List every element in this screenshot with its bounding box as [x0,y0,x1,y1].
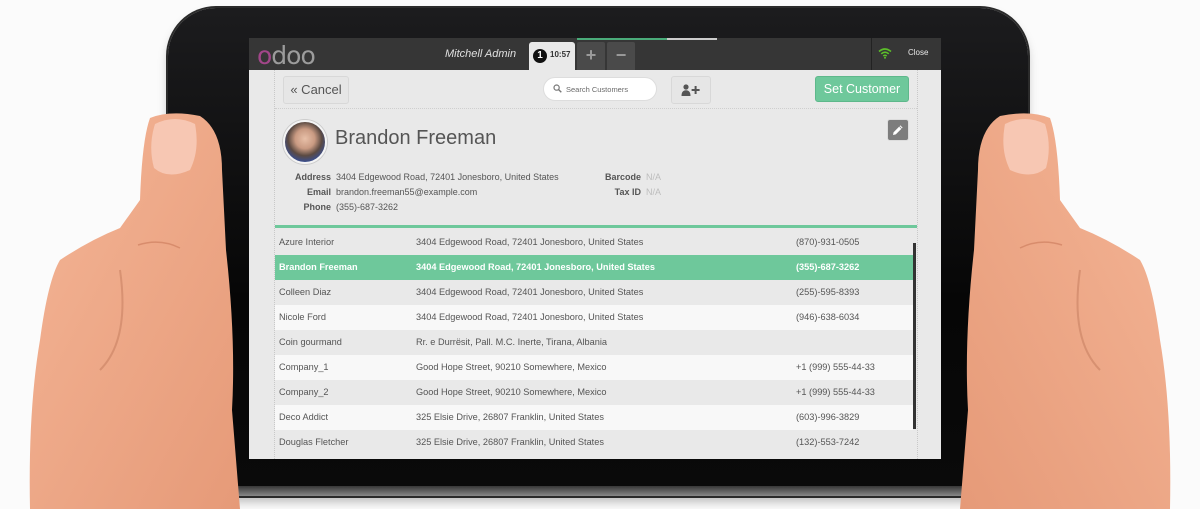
close-button[interactable]: Close [908,48,928,57]
email-field: Email brandon.freeman55@example.com [275,187,477,197]
customer-name: Brandon Freeman [335,127,497,149]
right-hand [960,113,1171,509]
customer-toolbar: « Cancel Set Customer [275,70,917,109]
customer-row[interactable]: Coin gourmand Rr. e Durrësit, Pall. M.C.… [275,330,913,355]
phone-field: Phone (355)-687-3262 [275,202,398,212]
customer-avatar [283,120,327,164]
customer-row-name: Coin gourmand [279,337,342,347]
customer-row[interactable]: Azure Interior 3404 Edgewood Road, 72401… [275,230,913,255]
field-value: brandon.freeman55@example.com [336,187,478,197]
field-label: Phone [303,202,331,212]
customer-row[interactable]: Company_2 Good Hope Street, 90210 Somewh… [275,380,913,405]
customer-row-phone: (132)-553-7242 [796,437,860,447]
barcode-field: Barcode N/A [599,172,661,182]
search-customers-input[interactable] [566,81,650,97]
search-icon [553,84,562,93]
wifi-icon [878,48,892,59]
customer-row-address: Good Hope Street, 90210 Somewhere, Mexic… [416,362,607,372]
customer-row-address: Good Hope Street, 90210 Somewhere, Mexic… [416,387,607,397]
customer-row-phone: +1 (999) 555-44-33 [796,362,875,372]
order-number-badge: 1 [533,49,547,63]
customer-row-address: 3404 Edgewood Road, 72401 Jonesboro, Uni… [416,237,644,247]
tablet-shadow [214,486,984,496]
address-field: Address 3404 Edgewood Road, 72401 Jonesbo… [275,172,559,182]
edit-customer-button[interactable] [887,119,909,141]
field-label: Tax ID [614,187,641,197]
customer-row-address: 3404 Edgewood Road, 72401 Jonesboro, Uni… [416,312,644,322]
cashier-name[interactable]: Mitchell Admin [445,48,516,60]
pos-screen: odoo Mitchell Admin 1 10:57 + − Close « … [249,38,941,459]
user-plus-icon [681,84,700,96]
order-time: 10:57 [550,50,571,59]
customer-screen: « Cancel Set Customer Brandon F [274,70,918,459]
list-scrollbar[interactable] [913,243,916,429]
customer-row-address: 325 Elsie Drive, 26807 Franklin, United … [416,412,604,422]
customer-row[interactable]: Deco Addict 325 Elsie Drive, 26807 Frank… [275,405,913,430]
customer-row[interactable]: Company_1 Good Hope Street, 90210 Somewh… [275,355,913,380]
order-tab[interactable]: 1 10:57 [529,42,575,70]
customer-row-phone: (870)-931-0505 [796,237,860,247]
list-separator [275,225,917,228]
field-label: Email [306,187,331,197]
topbar-divider [871,38,872,70]
customer-row-address: 3404 Edgewood Road, 72401 Jonesboro, Uni… [416,262,655,272]
customer-list: Azure Interior 3404 Edgewood Road, 72401… [275,230,917,459]
customer-row-phone: (355)-687-3262 [796,262,860,272]
customer-row[interactable]: Nicole Ford 3404 Edgewood Road, 72401 Jo… [275,305,913,330]
customer-row-name: Brandon Freeman [279,262,358,272]
add-customer-button[interactable] [671,76,711,104]
customer-details: Brandon Freeman Address 3404 Edgewood Roa… [275,109,917,225]
cancel-button[interactable]: « Cancel [283,76,349,104]
customer-row-address: Rr. e Durrësit, Pall. M.C. Inerte, Tiran… [416,337,607,347]
field-label: Barcode [604,172,641,182]
search-customers-box[interactable] [543,77,657,101]
customer-row-name: Deco Addict [279,412,329,422]
delete-order-button[interactable]: − [607,42,635,70]
odoo-logo: odoo [257,41,316,70]
customer-row-name: Douglas Fletcher [279,437,349,447]
customer-row-phone: (255)-595-8393 [796,287,860,297]
field-value: N/A [646,187,662,197]
customer-row-name: Company_1 [279,362,329,372]
field-label: Address [294,172,331,182]
customer-row-address: 325 Elsie Drive, 26807 Franklin, United … [416,437,604,447]
customer-row-name: Colleen Diaz [279,287,332,297]
new-order-button[interactable]: + [577,42,605,70]
customer-row[interactable]: Douglas Fletcher 325 Elsie Drive, 26807 … [275,430,913,455]
field-value: 3404 Edgewood Road, 72401 Jonesboro, Uni… [336,172,559,182]
customer-row-phone: (603)-996-3829 [796,412,860,422]
customer-row-name: Nicole Ford [279,312,326,322]
pencil-icon [893,125,903,135]
sync-progress-line-secondary [667,38,717,40]
customer-row-name: Azure Interior [279,237,335,247]
set-customer-button[interactable]: Set Customer [815,76,909,102]
field-value: N/A [646,172,662,182]
tax-id-field: Tax ID N/A [599,187,661,197]
customer-row-phone: (946)-638-6034 [796,312,860,322]
field-value: (355)-687-3262 [336,202,399,212]
left-hand [29,113,241,509]
customer-row-phone: +1 (999) 555-44-33 [796,387,875,397]
customer-row[interactable]: Colleen Diaz 3404 Edgewood Road, 72401 J… [275,280,913,305]
pos-topbar: odoo Mitchell Admin 1 10:57 + − Close [249,38,941,70]
customer-row-address: 3404 Edgewood Road, 72401 Jonesboro, Uni… [416,287,644,297]
customer-row-selected[interactable]: Brandon Freeman 3404 Edgewood Road, 7240… [275,255,913,280]
customer-row-name: Company_2 [279,387,329,397]
